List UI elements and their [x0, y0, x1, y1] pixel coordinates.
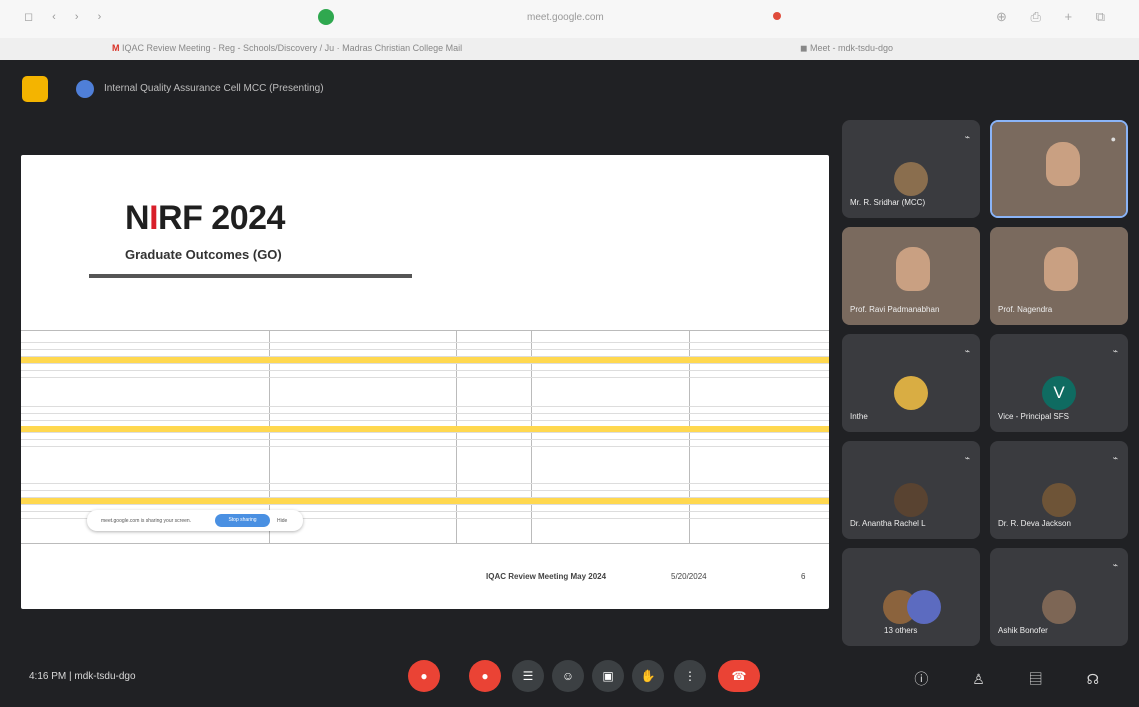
participant-name: Dr. Anantha Rachel L [850, 519, 926, 528]
participant-tile[interactable]: ⌁ Dr. R. Deva Jackson [990, 441, 1128, 539]
present-icon[interactable]: ▣ [592, 660, 624, 692]
browser-toolbar: ◻ ‹ › › meet.google.com ⊕ ⎙ + ⧉ [0, 0, 1139, 38]
meet-tab[interactable]: ◼ Meet - mdk-tsdu-dgo [800, 43, 893, 54]
call-end-icon[interactable]: ☎ [718, 660, 760, 692]
address-bar[interactable]: meet.google.com [527, 12, 604, 23]
meet-favicon [318, 9, 334, 25]
raise-hand-icon[interactable]: ✋ [632, 660, 664, 692]
emoji-icon[interactable]: ☺ [552, 660, 584, 692]
participant-name: Dr. R. Deva Jackson [998, 519, 1071, 528]
participant-avatar [1042, 590, 1076, 624]
shared-presentation-slide: NIRF 2024 Graduate Outcomes (GO) meet.go… [21, 155, 829, 609]
participant-name: Vice - Principal SFS [998, 412, 1069, 421]
more-options-icon[interactable]: ⋮ [674, 660, 706, 692]
slide-page-number: 6 [801, 572, 806, 581]
browser-tabs: M IQAC Review Meeting - Reg - Schools/Di… [0, 38, 1139, 60]
participant-name: Ashik Bonofer [998, 626, 1048, 635]
participant-tile[interactable]: ⌁ Ashik Bonofer [990, 548, 1128, 646]
others-count: 13 others [884, 626, 918, 635]
meeting-time-code: 4:16 PM | mdk-tsdu-dgo [29, 671, 136, 682]
participant-avatar [907, 590, 941, 624]
mic-icon[interactable]: ● [408, 660, 440, 692]
muted-mic-icon: ⌁ [964, 132, 970, 142]
captions-icon[interactable]: ☰ [512, 660, 544, 692]
share-message: meet.google.com is sharing your screen. [101, 518, 192, 524]
participant-tile[interactable]: ⌁ Inthe [842, 334, 980, 432]
recording-indicator [773, 12, 781, 20]
participant-avatar [894, 376, 928, 410]
presenter-avatar-icon [76, 80, 94, 98]
muted-mic-icon: ⌁ [1112, 346, 1118, 356]
app-icon [22, 76, 48, 102]
participant-name: Mr. R. Sridhar (MCC) [850, 198, 926, 207]
slide-title: NIRF 2024 [125, 199, 285, 237]
participant-tile[interactable]: ⌁ Dr. Anantha Rachel L [842, 441, 980, 539]
participant-avatar [894, 162, 928, 196]
stop-sharing-button[interactable]: Stop sharing [215, 514, 270, 527]
participant-avatar [894, 483, 928, 517]
speaking-indicator-icon: ● [1110, 134, 1116, 144]
hide-banner-button[interactable]: Hide [277, 518, 287, 524]
meeting-side-icons[interactable]: ⓘ ♙ ▤ ☊ [914, 669, 1119, 689]
participant-name: Prof. Ravi Padmanabhan [850, 305, 940, 314]
presentation-title: Internal Quality Assurance Cell MCC (Pre… [104, 83, 324, 94]
muted-mic-icon: ⌁ [1112, 560, 1118, 570]
participant-name: Prof. Nagendra [998, 305, 1053, 314]
spreadsheet-preview: meet.google.com is sharing your screen. … [21, 330, 829, 544]
participant-video [992, 122, 1126, 216]
participant-avatar-letter: V [1042, 376, 1076, 410]
slide-subtitle: Graduate Outcomes (GO) [125, 247, 282, 262]
slide-footer-label: IQAC Review Meeting May 2024 [486, 572, 607, 581]
browser-tool-icons[interactable]: ⊕ ⎙ + ⧉ [996, 9, 1115, 25]
participant-tile[interactable]: Prof. Nagendra [990, 227, 1128, 325]
active-speaker-tile[interactable]: ● [990, 120, 1128, 218]
muted-mic-icon: ⌁ [964, 453, 970, 463]
meeting-controls-bar: 4:16 PM | mdk-tsdu-dgo ● ● ☰ ☺ ▣ ✋ ⋮ ☎ ⓘ… [0, 652, 1139, 707]
google-meet-window: Internal Quality Assurance Cell MCC (Pre… [0, 60, 1139, 707]
participant-tile[interactable]: ⌁ Mr. R. Sridhar (MCC) [842, 120, 980, 218]
participant-name: Inthe [850, 412, 868, 421]
slide-footer-date: 5/20/2024 [671, 572, 707, 581]
participant-tile[interactable]: Prof. Ravi Padmanabhan [842, 227, 980, 325]
muted-mic-icon: ⌁ [964, 346, 970, 356]
gmail-tab[interactable]: M IQAC Review Meeting - Reg - Schools/Di… [112, 43, 462, 53]
camera-icon[interactable]: ● [469, 660, 501, 692]
title-underline [89, 274, 412, 278]
muted-mic-icon: ⌁ [1112, 453, 1118, 463]
browser-navigation-icons[interactable]: ◻ ‹ › › [24, 10, 109, 23]
participant-avatar [1042, 483, 1076, 517]
more-participants-tile[interactable]: 13 others [842, 548, 980, 646]
participant-tile[interactable]: V ⌁ Vice - Principal SFS [990, 334, 1128, 432]
screen-share-banner: meet.google.com is sharing your screen. … [87, 510, 303, 531]
